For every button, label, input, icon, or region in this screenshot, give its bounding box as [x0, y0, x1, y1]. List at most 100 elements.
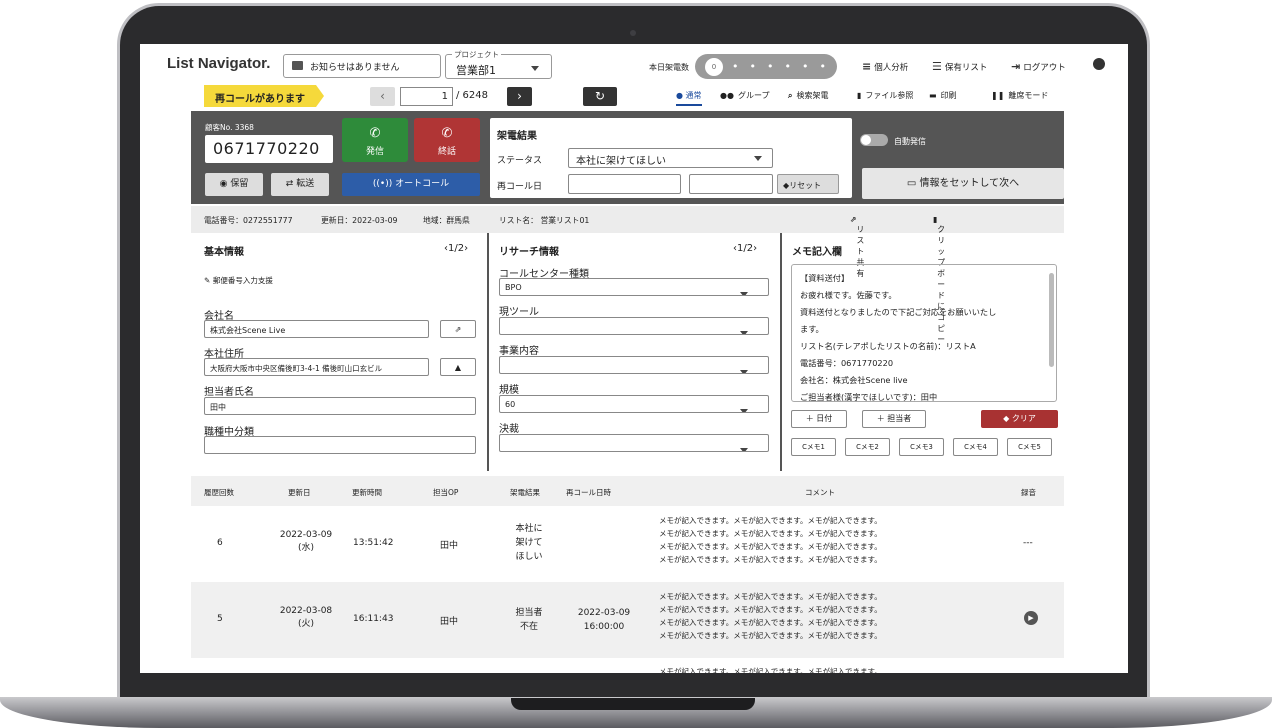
hold-button[interactable]: ◉ 保留 — [205, 173, 263, 196]
biz-select[interactable] — [499, 356, 769, 374]
add-person-button[interactable]: ＋ 担当者 — [862, 410, 926, 428]
cmemo-1-button[interactable]: Cメモ1 — [791, 438, 836, 456]
print-icon: ▬ — [929, 91, 937, 100]
phone-display[interactable]: 0671770220 — [205, 135, 333, 163]
refresh-button[interactable]: ↻ — [583, 87, 617, 106]
cmemo-2-button[interactable]: Cメモ2 — [845, 438, 890, 456]
info-bar: 電話番号：0272551777 更新日：2022-03-09 地域：群馬県 リス… — [191, 206, 1064, 344]
status-label: ステータス — [497, 156, 543, 166]
col-recording: 録音 — [1021, 488, 1036, 497]
address-field[interactable]: 大阪府大阪市中央区備後町3-4-1 備後町山口玄ビル — [204, 358, 429, 376]
external-link-icon[interactable]: ⇗ — [440, 320, 476, 338]
person-icon: ● — [676, 91, 683, 100]
basic-pager[interactable]: ‹1/2› — [444, 243, 468, 254]
divider — [487, 233, 489, 471]
project-select[interactable]: プロジェクト 営業部1 — [445, 49, 552, 79]
cc-select[interactable]: BPO — [499, 278, 769, 296]
phone-icon: ✆ — [369, 126, 381, 141]
cmemo-4-button[interactable]: Cメモ4 — [953, 438, 998, 456]
zip-helper-link[interactable]: ✎ 郵便番号入力支援 — [204, 275, 273, 286]
scale-select[interactable]: 60 — [499, 395, 769, 413]
app-screen: List Navigator. お知らせはありません プロジェクト 営業部1 本日… — [140, 44, 1128, 673]
cmemo-3-button[interactable]: Cメモ3 — [899, 438, 944, 456]
recall-date-input[interactable] — [568, 174, 681, 194]
recall-date-label: 再コール日 — [497, 182, 543, 192]
logout-link[interactable]: ⇥ ログアウト — [1011, 60, 1066, 73]
print-link[interactable]: ▬ 印刷 — [929, 90, 957, 101]
info-list: リスト名： 営業リスト01 — [499, 216, 590, 225]
project-value: 営業部1 — [456, 64, 496, 77]
notice-button[interactable]: お知らせはありません — [283, 54, 441, 78]
add-date-button[interactable]: ＋ 日付 — [791, 410, 847, 428]
auto-dial-toggle[interactable] — [860, 134, 888, 146]
col-result: 架電結果 — [510, 488, 540, 497]
share-list-link[interactable]: ⇗ リスト共有 — [850, 215, 864, 278]
project-label: プロジェクト — [452, 49, 501, 60]
table-row[interactable]: 5 2022-03-08 (火) 16:11:43 田中 担当者 不在 2022-0… — [191, 582, 1064, 658]
research-pager[interactable]: ‹1/2› — [733, 243, 757, 254]
saved-list-link[interactable]: ☰ 保有リスト — [932, 60, 987, 73]
camera-icon — [630, 30, 636, 36]
mode-normal-tab[interactable]: ● 通常 — [676, 90, 702, 106]
memo-textarea[interactable]: 【資料送付】 お疲れ様です。佐藤です。 資料送付となりましたので下記ご対応をお願… — [791, 264, 1057, 402]
divider — [780, 233, 782, 471]
chart-icon: ≡ — [862, 60, 872, 73]
page-input[interactable]: 1 — [400, 87, 453, 106]
cmemo-5-button[interactable]: Cメモ5 — [1007, 438, 1052, 456]
col-comment: コメント — [805, 488, 835, 497]
away-mode-link[interactable]: ❚❚ 離席モード — [991, 90, 1048, 101]
auto-dial-label: 自動発信 — [894, 137, 926, 146]
chevron-down-icon — [740, 370, 748, 373]
file-icon: ▮ — [857, 91, 862, 100]
dial-button[interactable]: ✆ 発信 — [342, 118, 408, 162]
logout-icon: ⇥ — [1011, 60, 1021, 73]
table-row[interactable]: 6 2022-03-09 (水) 13:51:42 田中 本社に 架けて ほしい メモ… — [191, 506, 1064, 582]
chevron-down-icon — [754, 156, 762, 165]
transfer-button[interactable]: ⇄ 転送 — [271, 173, 329, 196]
info-region: 地域：群馬県 — [423, 216, 470, 225]
person-field[interactable]: 田中 — [204, 397, 476, 415]
hangup-icon: ✆ — [441, 126, 453, 141]
info-phone: 電話番号：0272551777 — [204, 216, 293, 225]
daily-calls-label: 本日架電数 — [649, 63, 689, 72]
search-call-link[interactable]: ⌕ 検索架電 — [788, 90, 828, 101]
reset-button[interactable]: ◆リセット — [777, 174, 839, 194]
recall-alert[interactable]: 再コールがあります — [204, 85, 324, 107]
plus-icon: ＋ — [876, 414, 888, 423]
chevron-down-icon — [740, 292, 748, 295]
file-ref-link[interactable]: ▮ ファイル参照 — [857, 90, 913, 101]
clear-button[interactable]: ◆ クリア — [981, 410, 1058, 428]
daily-calls-value: 0 — [705, 58, 723, 76]
decision-select[interactable] — [499, 434, 769, 452]
mode-group-tab[interactable]: ●● グループ — [720, 90, 770, 101]
copy-clipboard-link[interactable]: ▮ クリップボードにコピー — [933, 215, 945, 344]
job-field[interactable] — [204, 436, 476, 454]
hangup-button[interactable]: ✆ 終話 — [414, 118, 480, 162]
call-result-card: 架電結果 ステータス 本社に架けてほしい 再コール日 ◆リセット — [490, 118, 852, 198]
eraser-icon: ◆ — [1003, 414, 1012, 423]
next-page-button[interactable]: › — [507, 87, 532, 106]
status-select[interactable]: 本社に架けてほしい — [568, 148, 773, 168]
user-icon[interactable] — [1093, 58, 1105, 70]
play-icon[interactable]: ▶ — [1024, 611, 1038, 625]
map-icon[interactable]: ▲ — [440, 358, 476, 376]
customer-number: 顧客No. 3368 — [205, 123, 254, 132]
group-icon: ●● — [720, 91, 734, 100]
notice-text: お知らせはありません — [310, 63, 400, 73]
chevron-down-icon — [740, 448, 748, 451]
pause-icon: ❚❚ — [991, 91, 1005, 100]
tool-select[interactable] — [499, 317, 769, 335]
company-field[interactable]: 株式会社Scene Live — [204, 320, 429, 338]
memo-scrollbar[interactable] — [1049, 273, 1054, 367]
table-row[interactable]: メモが記入できます。メモが記入できます。メモが記入できます。 — [191, 658, 1064, 673]
autocall-button[interactable]: ((•)) オートコール — [342, 173, 480, 196]
col-op: 担当OP — [433, 488, 459, 497]
basic-info-title: 基本情報 — [204, 247, 244, 258]
next-button[interactable]: ▭ 情報をセットして次へ — [862, 168, 1064, 199]
prev-page-button[interactable]: ‹ — [370, 87, 395, 106]
history-table-header: 履歴回数 更新日 更新時間 担当OP 架電結果 再コール日時 コメント 録音 — [191, 476, 1064, 506]
personal-analysis-link[interactable]: ≡ 個人分析 — [862, 60, 908, 73]
app-logo: List Navigator. — [167, 55, 271, 72]
scale-label: 規模 — [499, 385, 519, 396]
recall-time-input[interactable] — [689, 174, 773, 194]
